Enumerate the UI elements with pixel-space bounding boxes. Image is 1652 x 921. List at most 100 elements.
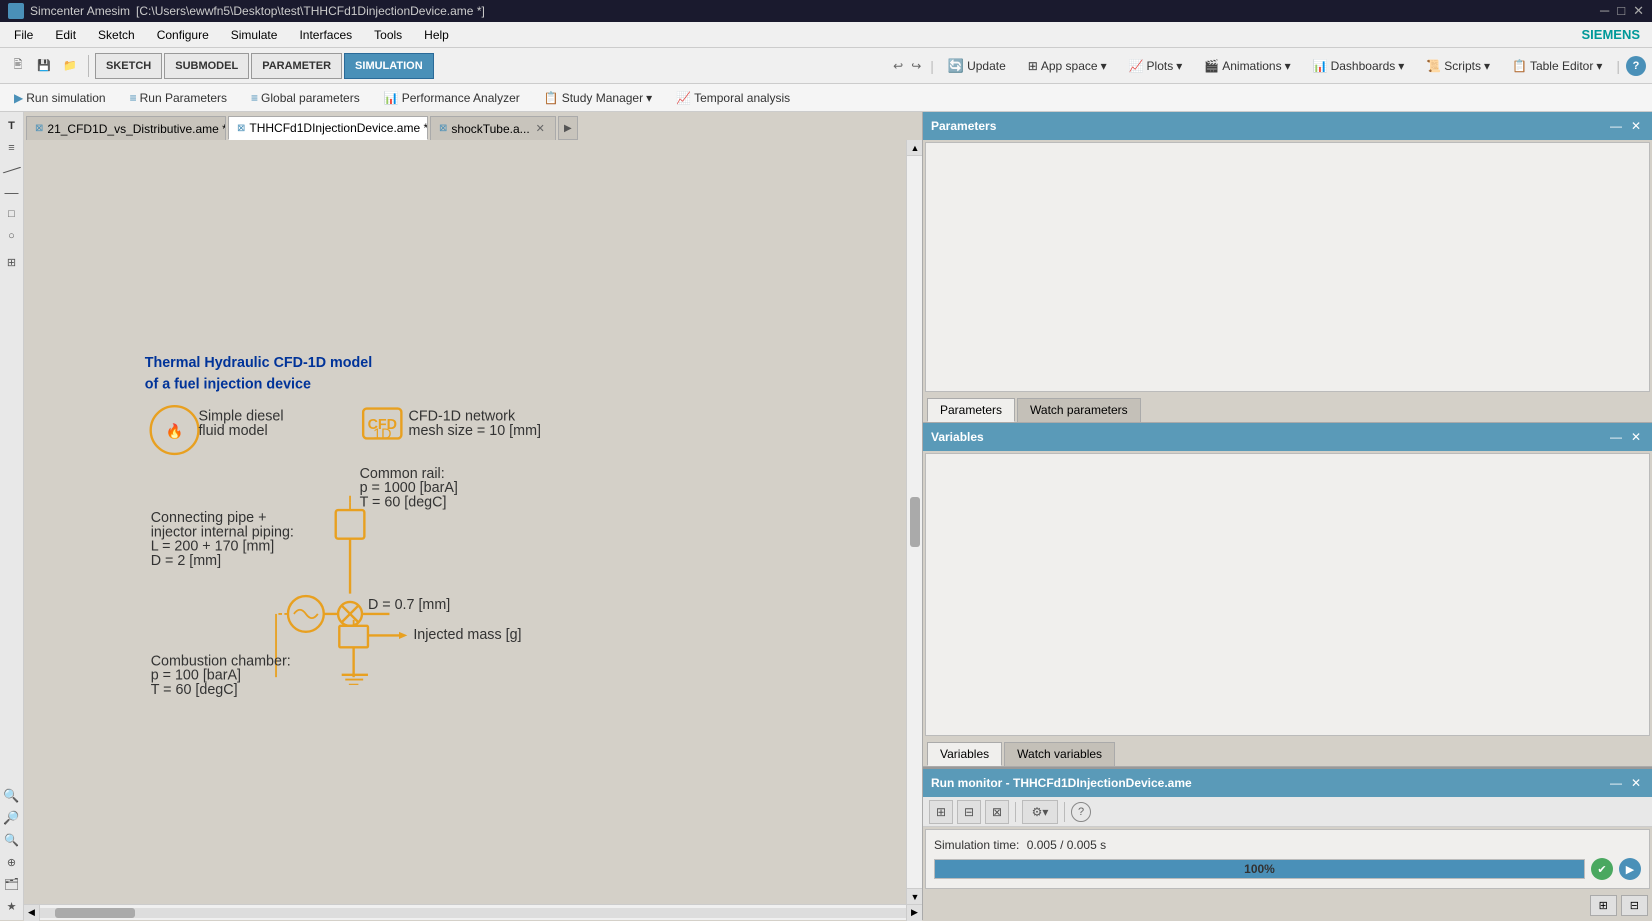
menu-interfaces[interactable]: Interfaces: [289, 26, 362, 44]
plots-button[interactable]: 📈 Plots ▾: [1121, 57, 1191, 75]
scripts-button[interactable]: 📜 Scripts ▾: [1418, 57, 1498, 75]
undo-button[interactable]: ↩: [890, 59, 906, 73]
progress-percent-label: 100%: [1244, 862, 1275, 876]
scroll-right-btn[interactable]: ▶: [906, 905, 922, 921]
global-parameters-button[interactable]: ≡ Global parameters: [243, 86, 368, 110]
menu-help[interactable]: Help: [414, 26, 459, 44]
tab-icon-1: ⊠: [35, 123, 43, 134]
params-minimize-btn[interactable]: —: [1608, 118, 1624, 134]
tab-21cfd1d[interactable]: ⊠ 21_CFD1D_vs_Distributive.ame * ✕: [26, 116, 226, 140]
simulation-button[interactable]: SIMULATION: [344, 53, 434, 79]
progress-check-btn[interactable]: ✔: [1591, 858, 1613, 880]
variables-minimize-btn[interactable]: —: [1608, 429, 1624, 445]
progress-play-btn[interactable]: ▶: [1619, 858, 1641, 880]
toolbar-pipe-sep: |: [930, 58, 934, 74]
title-left: Simcenter Amesim [C:\Users\ewwfn5\Deskto…: [8, 3, 485, 19]
tab-scroll-right[interactable]: ▶: [558, 116, 578, 140]
rm-sep: [1015, 802, 1016, 822]
update-button[interactable]: 🔄 Update: [940, 56, 1014, 76]
submodel-button[interactable]: SUBMODEL: [164, 53, 249, 79]
rm-btn-dropdown[interactable]: ⚙▾: [1022, 800, 1058, 824]
left-tool-group[interactable]: ⊞: [2, 252, 22, 272]
menu-sketch[interactable]: Sketch: [88, 26, 145, 44]
left-tool-search-1[interactable]: 🔍: [2, 786, 22, 806]
left-tool-search-3[interactable]: 🔍: [2, 830, 22, 850]
toolbar-icon-btn-3[interactable]: 📁: [58, 54, 82, 78]
run-monitor-content: Simulation time: 0.005 / 0.005 s 100% ✔ …: [925, 829, 1650, 889]
params-tab-watch[interactable]: Watch parameters: [1017, 398, 1141, 422]
left-tool-star[interactable]: ★: [2, 896, 22, 916]
left-tool-line-diag[interactable]: ╱: [0, 156, 26, 184]
table-editor-dropdown-icon: ▾: [1596, 59, 1602, 73]
close-button[interactable]: ✕: [1633, 3, 1644, 19]
rm-help-btn[interactable]: ?: [1071, 802, 1091, 822]
run-simulation-icon: ▶: [14, 91, 23, 105]
temporal-analysis-button[interactable]: 📈 Temporal analysis: [668, 86, 798, 110]
temporal-analysis-icon: 📈: [676, 91, 691, 105]
redo-button[interactable]: ↪: [908, 59, 924, 73]
variables-header-label: Variables: [931, 430, 984, 444]
variables-close-btn[interactable]: ✕: [1628, 429, 1644, 445]
rm-btn-2[interactable]: ⊟: [957, 800, 981, 824]
variables-tab-watch[interactable]: Watch variables: [1004, 742, 1115, 766]
run-parameters-button[interactable]: ≡ Run Parameters: [122, 86, 235, 110]
actionbar: ▶ Run simulation ≡ Run Parameters ≡ Glob…: [0, 84, 1652, 112]
menu-file[interactable]: File: [4, 26, 43, 44]
svg-text:D = 0.7 [mm]: D = 0.7 [mm]: [368, 597, 450, 613]
tab-close-3[interactable]: ✕: [534, 122, 547, 135]
bottom-btn-2[interactable]: ⊟: [1621, 895, 1648, 916]
progress-bar-fill: 100%: [935, 860, 1584, 878]
svg-text:Thermal Hydraulic CFD-1D model: Thermal Hydraulic CFD-1D model: [145, 355, 372, 371]
tab-label-2: THHCFd1DInjectionDevice.ame *: [249, 121, 428, 135]
tab-thhcfd1d[interactable]: ⊠ THHCFd1DInjectionDevice.ame * ✕: [228, 116, 428, 140]
study-manager-button[interactable]: 📋 Study Manager ▾: [536, 86, 660, 110]
svg-text:mesh size = 10 [mm]: mesh size = 10 [mm]: [409, 423, 541, 439]
app-space-dropdown-icon: ▾: [1101, 59, 1107, 73]
dashboards-button[interactable]: 📊 Dashboards ▾: [1305, 57, 1413, 75]
rm-btn-3[interactable]: ⊠: [985, 800, 1009, 824]
params-close-btn[interactable]: ✕: [1628, 118, 1644, 134]
hscroll-thumb: [55, 908, 135, 918]
svg-text:1D: 1D: [373, 426, 391, 442]
help-button[interactable]: ?: [1626, 56, 1646, 76]
table-editor-button[interactable]: 📋 Table Editor ▾: [1504, 57, 1610, 75]
plots-dropdown-icon: ▾: [1176, 59, 1182, 73]
bottom-btn-1[interactable]: ⊞: [1590, 895, 1617, 916]
run-monitor-toolbar: ⊞ ⊟ ⊠ ⚙▾ ?: [923, 797, 1652, 827]
tab-shocktube[interactable]: ⊠ shockTube.a... ✕: [430, 116, 556, 140]
app-space-button[interactable]: ⊞ App space ▾: [1020, 57, 1115, 75]
menu-configure[interactable]: Configure: [147, 26, 219, 44]
toolbar-icon-btn-2[interactable]: 💾: [32, 54, 56, 78]
sketch-button[interactable]: SKETCH: [95, 53, 162, 79]
variables-tab-variables[interactable]: Variables: [927, 742, 1002, 766]
left-tool-text[interactable]: T: [2, 116, 22, 136]
left-tool-line[interactable]: —: [2, 182, 22, 202]
performance-analyzer-icon: 📊: [384, 91, 399, 105]
menu-tools[interactable]: Tools: [364, 26, 412, 44]
run-monitor-close-btn[interactable]: ✕: [1628, 775, 1644, 791]
left-tool-search-2[interactable]: 🔎: [2, 808, 22, 828]
menubar: File Edit Sketch Configure Simulate Inte…: [0, 22, 1652, 48]
rm-btn-1[interactable]: ⊞: [929, 800, 953, 824]
svg-text:T = 60 [degC]: T = 60 [degC]: [360, 494, 447, 510]
menu-simulate[interactable]: Simulate: [221, 26, 288, 44]
hscroll-track[interactable]: [40, 908, 906, 918]
parameter-button[interactable]: PARAMETER: [251, 53, 342, 79]
scroll-left-btn[interactable]: ◀: [24, 905, 40, 921]
left-tool-ellipse[interactable]: ○: [2, 226, 22, 246]
left-tool-layers[interactable]: 🗂: [2, 874, 22, 894]
toolbar-pipe-sep-2: |: [1616, 58, 1620, 74]
run-simulation-button[interactable]: ▶ Run simulation: [6, 86, 114, 110]
left-tool-search-4[interactable]: ⊕: [2, 852, 22, 872]
left-tool-rect[interactable]: □: [2, 204, 22, 224]
animations-button[interactable]: 🎬 Animations ▾: [1196, 57, 1298, 75]
menu-edit[interactable]: Edit: [45, 26, 86, 44]
performance-analyzer-button[interactable]: 📊 Performance Analyzer: [376, 86, 528, 110]
params-tab-parameters[interactable]: Parameters: [927, 398, 1015, 422]
main-area: T ≡ ╱ — □ ○ ⊞ 🔍 🔎 🔍 ⊕ 🗂 ★ ⊠ 21_CFD1D_vs_…: [0, 112, 1652, 920]
maximize-button[interactable]: □: [1617, 3, 1625, 19]
minimize-button[interactable]: ─: [1600, 3, 1609, 19]
animations-icon: 🎬: [1204, 59, 1219, 73]
toolbar-icon-btn-1[interactable]: 🖹: [6, 54, 30, 78]
run-monitor-minimize-btn[interactable]: —: [1608, 775, 1624, 791]
